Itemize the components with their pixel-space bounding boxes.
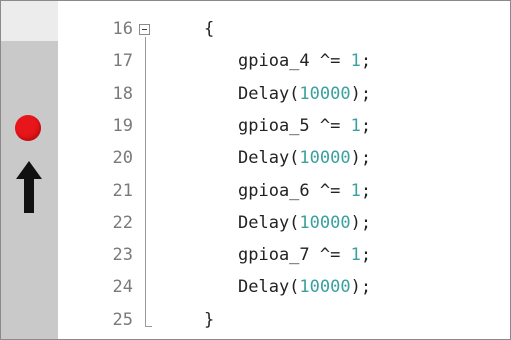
line-number: 21 (112, 180, 133, 201)
code-line[interactable]: 19 gpioa_5 ^= 1; (1, 114, 510, 139)
numeric-literal: 10000 (299, 83, 351, 104)
line-number: 22 (112, 212, 133, 233)
code-token: } (204, 309, 215, 330)
line-number: 17 (112, 51, 133, 72)
numeric-literal: 1 (350, 180, 361, 201)
code-line[interactable]: 20 Delay(10000); (1, 146, 510, 171)
code-token: gpioa_5 ^= (238, 115, 351, 136)
code-editor-view: 16{17 gpioa_4 ^= 1; 18 Delay(10000); 19 gpioa… (0, 0, 511, 340)
numeric-literal: 10000 (299, 148, 351, 169)
code-token: Delay( (238, 212, 300, 233)
code-line[interactable]: 16 { (1, 17, 510, 42)
code-token: gpioa_7 ^= (238, 245, 351, 266)
code-line[interactable]: 25} (1, 308, 510, 333)
code-text[interactable]: gpioa_6 ^= 1; (238, 179, 371, 204)
code-token: Delay( (238, 277, 300, 298)
code-text[interactable]: Delay(10000); (238, 211, 371, 236)
line-number: 20 (112, 148, 133, 169)
code-line[interactable]: 17 gpioa_4 ^= 1; (1, 49, 510, 74)
code-text[interactable]: Delay(10000); (238, 275, 371, 300)
code-text[interactable]: gpioa_7 ^= 1; (238, 243, 371, 268)
numeric-literal: 10000 (299, 212, 351, 233)
code-punctuation: ; (360, 51, 372, 72)
code-line[interactable]: 24 Delay(10000); (1, 275, 510, 300)
numeric-literal: 10000 (299, 277, 351, 298)
code-punctuation: ); (350, 212, 372, 233)
numeric-literal: 1 (350, 245, 361, 266)
code-text[interactable]: Delay(10000); (238, 82, 371, 107)
code-punctuation: ; (360, 245, 372, 266)
code-punctuation: ); (350, 83, 372, 104)
numeric-literal: 1 (350, 115, 361, 136)
code-token: Delay( (238, 148, 300, 169)
code-line[interactable]: 23 gpioa_7 ^= 1; (1, 243, 510, 268)
code-punctuation: ); (350, 277, 372, 298)
code-line[interactable]: 18 Delay(10000); (1, 82, 510, 107)
code-line[interactable]: 22 Delay(10000); (1, 211, 510, 236)
code-punctuation: ; (360, 180, 372, 201)
code-text[interactable]: } (204, 308, 214, 333)
line-number: 16 (112, 19, 133, 39)
code-punctuation: ; (360, 115, 372, 136)
code-punctuation: ); (350, 148, 372, 169)
code-token: gpioa_6 ^= (238, 180, 351, 201)
code-text[interactable]: gpioa_5 ^= 1; (238, 114, 371, 139)
code-text[interactable]: Delay(10000); (238, 146, 371, 171)
line-number: 18 (112, 83, 133, 104)
line-number: 19 (112, 115, 133, 136)
code-text[interactable]: { (204, 17, 214, 42)
code-token: Delay( (238, 83, 300, 104)
line-number: 23 (112, 245, 133, 266)
code-text[interactable]: gpioa_4 ^= 1; (238, 49, 371, 74)
code-token: { (204, 19, 215, 39)
numeric-literal: 1 (350, 51, 361, 72)
code-token: gpioa_4 ^= (238, 51, 351, 72)
line-number: 25 (112, 309, 133, 330)
line-number: 24 (112, 277, 133, 298)
code-line[interactable]: 21 gpioa_6 ^= 1; (1, 179, 510, 204)
